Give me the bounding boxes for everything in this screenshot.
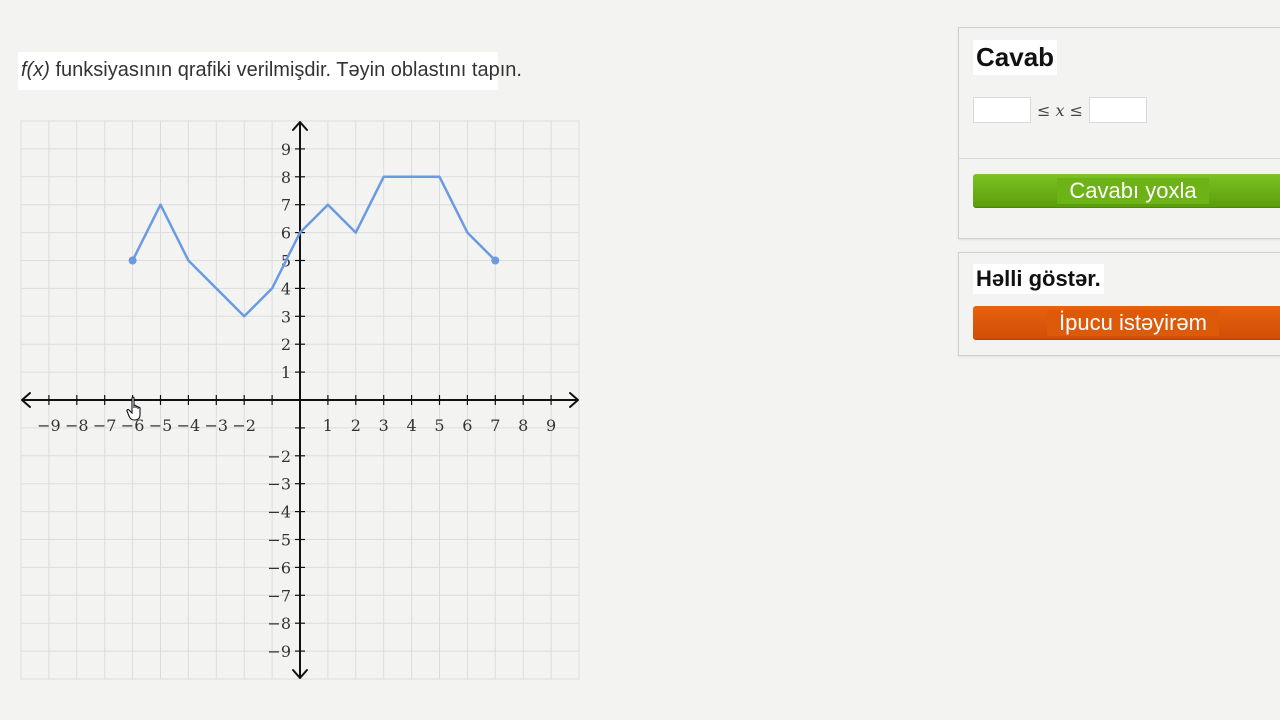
leq-right: ≤ xyxy=(1069,100,1084,120)
answer-title: Cavab xyxy=(973,40,1058,75)
y-tick-label: −4 xyxy=(267,503,291,522)
endpoint-dot xyxy=(128,256,137,265)
endpoint-dot xyxy=(491,256,500,265)
answer-panel: Cavab ≤ x ≤ Cavabı yoxla xyxy=(958,27,1280,239)
lower-bound-input[interactable] xyxy=(973,97,1031,123)
y-tick-label: 1 xyxy=(281,363,291,382)
x-tick-label: 6 xyxy=(462,416,472,435)
upper-bound-input[interactable] xyxy=(1089,97,1148,123)
x-tick-label: −2 xyxy=(232,416,256,435)
y-tick-label: 3 xyxy=(281,307,291,326)
check-answer-button[interactable]: Cavabı yoxla xyxy=(973,174,1280,208)
panel-divider xyxy=(959,158,1280,159)
y-tick-label: −8 xyxy=(267,614,291,633)
y-tick-label: −3 xyxy=(267,475,291,494)
y-tick-label: −9 xyxy=(267,642,291,661)
x-tick-label: 4 xyxy=(407,416,417,435)
y-tick-label: −2 xyxy=(267,447,291,466)
x-tick-label: 5 xyxy=(434,416,444,435)
x-tick-label: −3 xyxy=(205,416,229,435)
inequality-relation: ≤ x ≤ xyxy=(1037,101,1083,120)
x-tick-label: 8 xyxy=(518,416,528,435)
leq-left: ≤ xyxy=(1037,100,1051,120)
y-tick-label: −7 xyxy=(267,586,291,605)
variable-x: x xyxy=(1055,100,1065,120)
x-tick-label: 2 xyxy=(351,416,361,435)
hint-title: Həlli göstər. xyxy=(973,264,1104,294)
request-hint-label: İpucu istəyirəm xyxy=(1047,309,1219,336)
y-tick-label: 2 xyxy=(281,335,291,354)
check-answer-label: Cavabı yoxla xyxy=(1057,177,1209,204)
x-tick-label: −8 xyxy=(65,416,89,435)
x-tick-label: −9 xyxy=(37,416,61,435)
y-tick-label: 8 xyxy=(281,168,291,187)
y-tick-label: −6 xyxy=(267,558,291,577)
x-tick-label: 9 xyxy=(546,416,556,435)
y-tick-label: 6 xyxy=(281,224,291,243)
y-tick-label: 4 xyxy=(281,279,291,298)
x-tick-label: 3 xyxy=(379,416,389,435)
function-graph: −9 −8 −7 −6 −5 −4 −3 −2 1 2 3 4 5 6 7 8 9 123456789−2−3−… xyxy=(20,120,580,680)
x-tick-label: −5 xyxy=(149,416,173,435)
hand-pointer-icon xyxy=(126,396,141,421)
x-tick-label: −7 xyxy=(93,416,117,435)
y-tick-label: 9 xyxy=(281,140,291,159)
x-tick-label: −4 xyxy=(177,416,201,435)
y-tick-label: 7 xyxy=(281,196,291,215)
y-tick-label: −5 xyxy=(267,531,291,550)
request-hint-button[interactable]: İpucu istəyirəm xyxy=(973,306,1280,340)
x-tick-label: 7 xyxy=(490,416,500,435)
hint-panel: Həlli göstər. İpucu istəyirəm xyxy=(958,252,1280,356)
x-tick-label: 1 xyxy=(323,416,333,435)
domain-inequality: ≤ x ≤ xyxy=(973,95,1148,125)
